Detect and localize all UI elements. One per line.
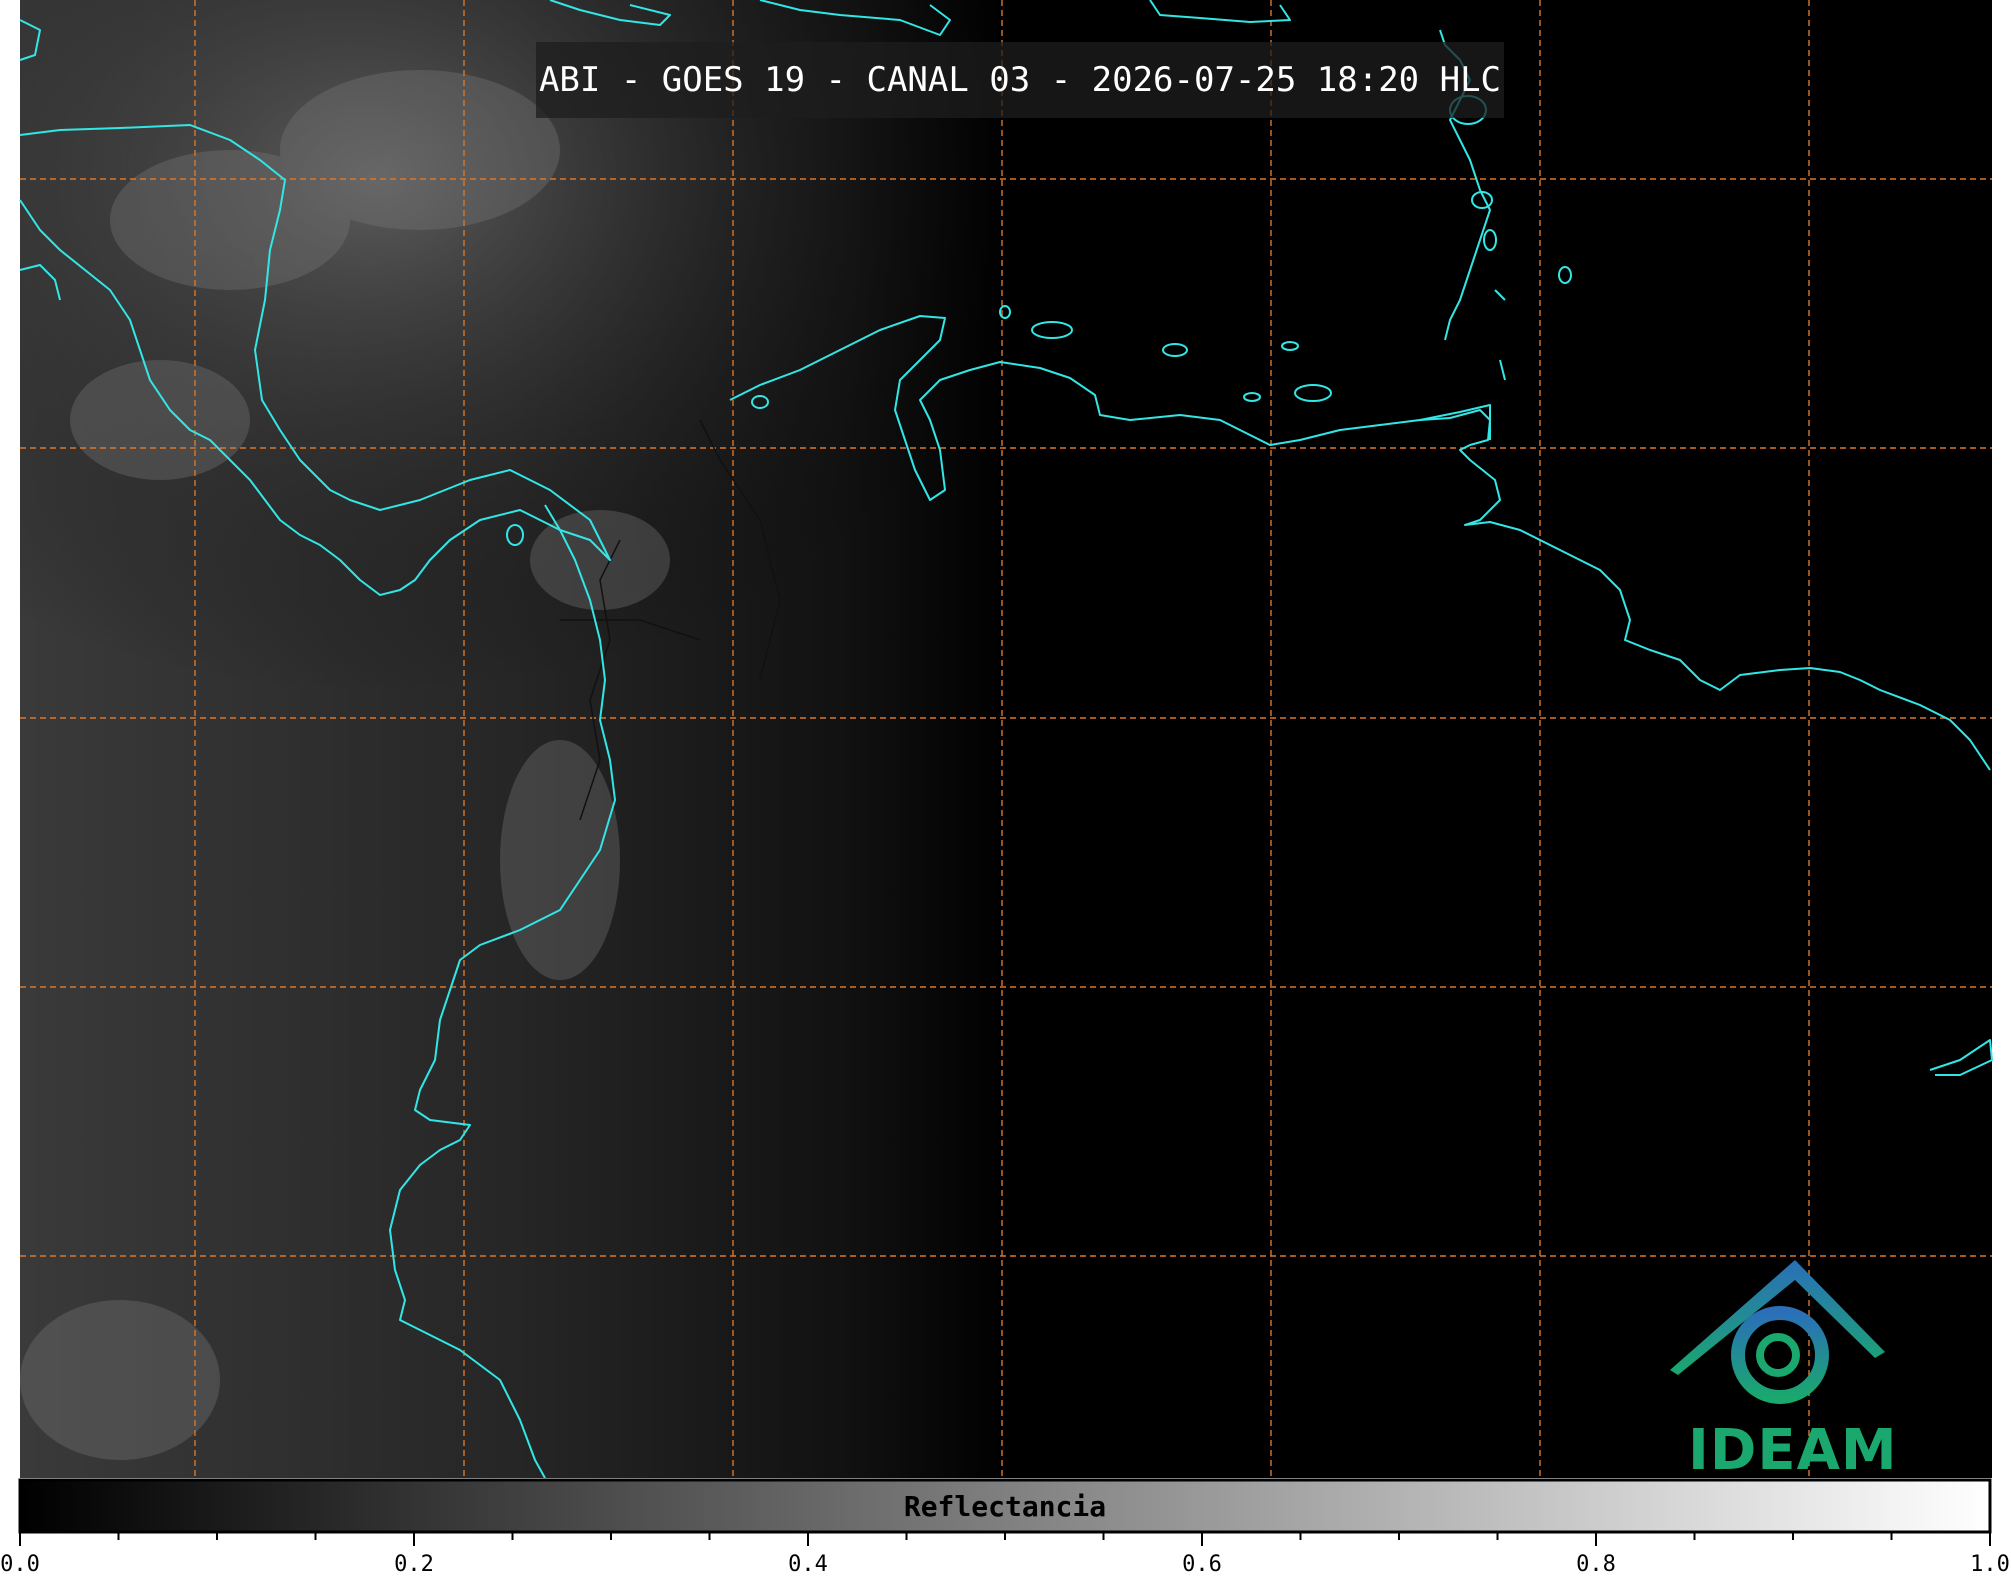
colorbar-label: Reflectancia: [903, 1489, 1107, 1523]
colorbar-tick-label: 1.0: [1970, 1552, 2010, 1577]
colorbar-ticks: [19, 1532, 1991, 1546]
colorbar-tick-label: 0.6: [1182, 1552, 1222, 1577]
colorbar-tick-label: 0.4: [788, 1552, 828, 1577]
colorbar-tick-label: 0.8: [1576, 1552, 1616, 1577]
colorbar-tick-label: 0.2: [394, 1552, 434, 1577]
satellite-map: [18, 0, 1993, 1546]
map-title: ABI - GOES 19 - CANAL 03 - 2026-07-25 18…: [536, 42, 1504, 118]
logo-text: IDEAM: [1688, 1418, 1898, 1483]
colorbar-tick-label: 0.0: [0, 1552, 40, 1577]
